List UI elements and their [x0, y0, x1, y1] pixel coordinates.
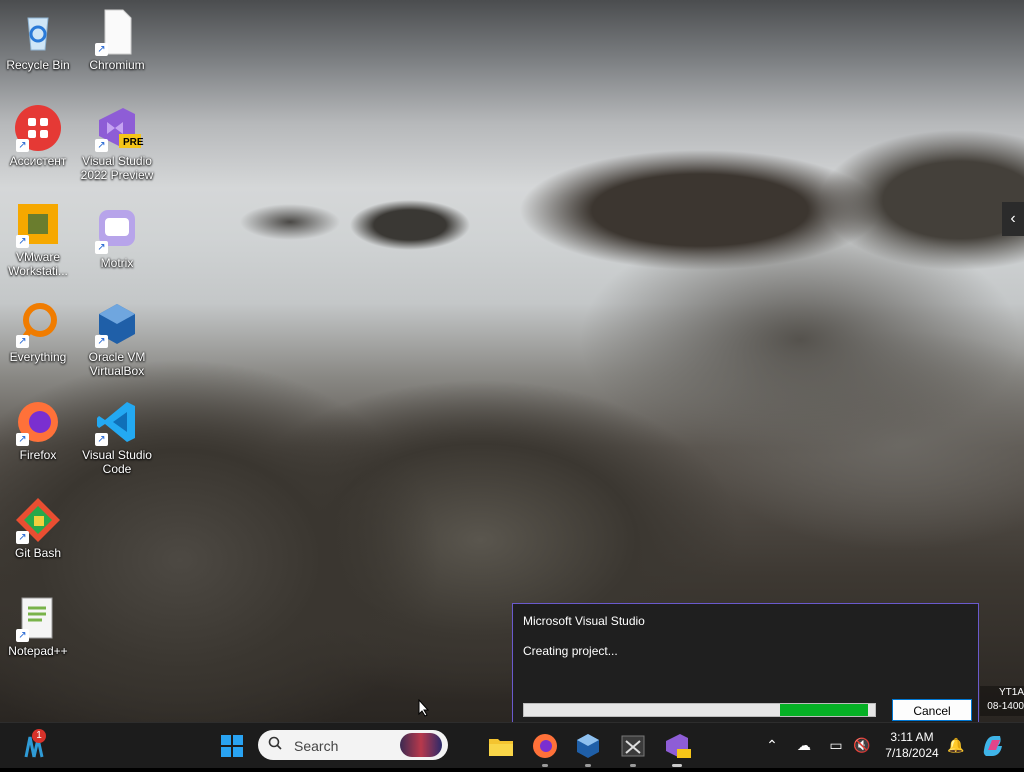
news-widget-button[interactable]: 1 [18, 729, 48, 761]
show-hidden-icons-chevron-icon[interactable]: ⌃ [762, 735, 782, 755]
virtualbox-icon [577, 734, 599, 758]
cancel-button[interactable]: Cancel [892, 699, 972, 721]
desktop-icon-label: Visual Studio Code [82, 448, 152, 476]
desktop-icon-recycle-bin[interactable]: Recycle Bin [0, 8, 76, 72]
preview-badge: PRE [123, 137, 144, 148]
watermark-line2: 08-1400 [987, 701, 1024, 712]
progress-bar-fill [780, 704, 868, 716]
taskbar-terminal[interactable] [618, 731, 648, 767]
desktop-icon-label: VMware Workstati... [8, 250, 68, 278]
desktop-icon-assistant[interactable]: ↗ Ассистент [0, 104, 76, 168]
everything-search-icon: ↗ [14, 300, 62, 348]
notepad-plus-plus-icon: ↗ [14, 594, 62, 642]
running-indicator [542, 764, 548, 767]
dialog-title: Microsoft Visual Studio [523, 614, 645, 628]
progress-bar [523, 703, 876, 717]
running-indicator [672, 764, 682, 767]
desktop-icon-label: Visual Studio 2022 Preview [80, 154, 154, 182]
desktop-icon-everything[interactable]: ↗ Everything [0, 300, 76, 364]
clock-date: 7/18/2024 [885, 746, 939, 760]
terminal-icon [621, 735, 645, 757]
desktop-icon-label: Ассистент [9, 154, 67, 168]
taskbar-file-explorer[interactable] [486, 731, 516, 761]
desktop-icon-label: Git Bash [14, 546, 62, 560]
vmware-icon: ↗ [14, 200, 62, 248]
desktop-icon-vscode[interactable]: ↗ Visual Studio Code [79, 398, 155, 476]
desktop-icon-git-bash[interactable]: ↗ Git Bash [0, 496, 76, 560]
vs-progress-dialog: Microsoft Visual Studio Creating project… [512, 603, 979, 727]
firefox-icon [533, 734, 557, 758]
running-indicator [630, 764, 636, 767]
search-highlight-image [400, 733, 442, 757]
recycle-bin-icon [14, 8, 62, 56]
desktop-icon-virtualbox[interactable]: ↗ Oracle VM VirtualBox [79, 300, 155, 378]
taskbar-search-box[interactable]: Search [258, 730, 448, 760]
virtualbox-icon: ↗ [93, 300, 141, 348]
search-icon [268, 736, 282, 750]
taskbar-virtualbox[interactable] [573, 731, 603, 767]
widgets-chevron-icon[interactable]: ‹ [1002, 202, 1024, 236]
volume-muted-icon[interactable]: 🔇 [852, 735, 872, 755]
watermark-line1: YT1A [998, 687, 1024, 698]
search-placeholder: Search [294, 738, 339, 754]
notification-badge: 1 [32, 729, 46, 743]
motrix-icon: ↗ [93, 206, 141, 254]
visual-studio-preview-icon: PRE ↗ [93, 104, 144, 152]
desktop-icon-label: Everything [9, 350, 67, 364]
desktop-icon-label: Oracle VM VirtualBox [88, 350, 146, 378]
taskbar-firefox[interactable] [530, 731, 560, 767]
start-button[interactable] [217, 731, 247, 761]
desktop-icon-motrix[interactable]: ↗ Motrix [79, 206, 155, 270]
assistant-icon: ↗ [14, 104, 62, 152]
firefox-icon: ↗ [14, 398, 62, 446]
file-icon: ↗ [93, 8, 141, 56]
desktop-icon-label: Notepad++ [8, 644, 68, 658]
vscode-icon: ↗ [93, 398, 141, 446]
desktop-icon-label: Firefox [19, 448, 57, 462]
windows-logo-icon [221, 735, 243, 757]
git-bash-icon: ↗ [14, 496, 62, 544]
desktop-icon-label: Chromium [89, 58, 145, 72]
desktop-icon-label: Motrix [100, 256, 134, 270]
desktop-icon-vmware[interactable]: ↗ VMware Workstati... [0, 200, 76, 278]
visual-studio-preview-icon [666, 734, 691, 758]
desktop-icon-visual-studio-preview[interactable]: PRE ↗ Visual Studio 2022 Preview [79, 104, 155, 182]
desktop-icon-firefox[interactable]: ↗ Firefox [0, 398, 76, 462]
dialog-status-text: Creating project... [523, 644, 618, 658]
running-indicator [585, 764, 591, 767]
taskbar-clock[interactable]: 3:11 AM 7/18/2024 [884, 729, 940, 761]
mouse-cursor-icon [418, 699, 430, 717]
build-watermark: YT1A 08-1400 [980, 686, 1024, 716]
taskbar: 1 Search ⌃ ☁ ▭ 🔇 3:11 AM 7/18/2024 🔔 [0, 722, 1024, 768]
copilot-icon[interactable] [980, 732, 1006, 758]
file-explorer-icon [489, 739, 513, 756]
network-icon[interactable]: ▭ [826, 735, 846, 755]
desktop-icon-notepad-plus-plus[interactable]: ↗ Notepad++ [0, 594, 76, 658]
notification-bell-icon[interactable]: 🔔 [946, 735, 966, 755]
clock-time: 3:11 AM [890, 730, 934, 744]
desktop-icon-label: Recycle Bin [6, 58, 70, 72]
desktop-icon-chromium[interactable]: ↗ Chromium [79, 8, 155, 72]
taskbar-visual-studio-preview[interactable] [662, 731, 692, 767]
cloud-offline-icon[interactable]: ☁ [794, 735, 814, 755]
